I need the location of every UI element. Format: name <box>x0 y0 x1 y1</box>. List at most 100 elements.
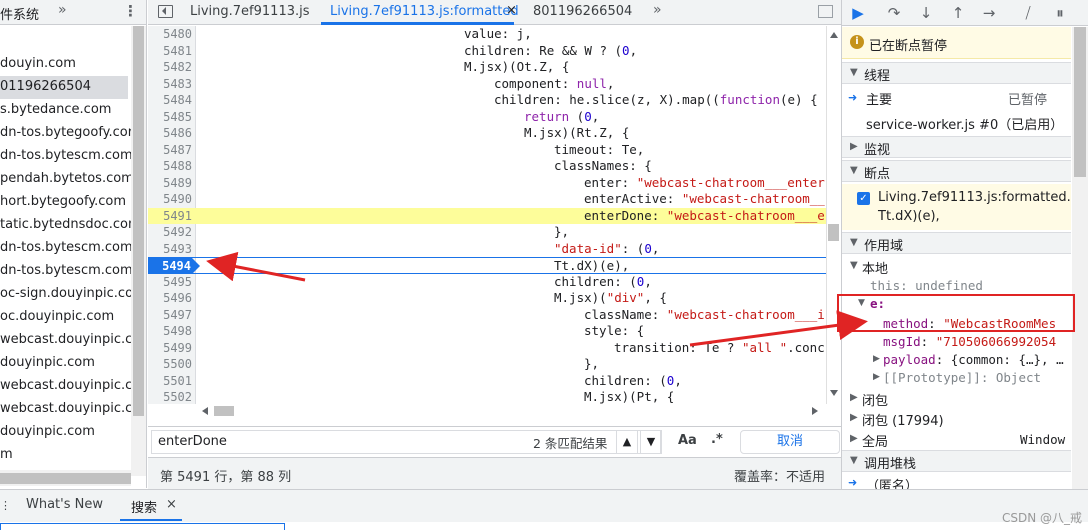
line-number[interactable]: 5492 <box>148 224 192 240</box>
payload-entry[interactable]: payload: {common: {…}, … <box>883 352 1064 367</box>
expand-icon[interactable]: ▶ <box>873 372 880 382</box>
file-tree-item[interactable]: webcast.douyinpic.cor <box>0 398 146 421</box>
deactivate-breakpoints-icon[interactable]: ⧸ <box>1018 3 1038 23</box>
file-tree-item[interactable]: m <box>0 444 13 467</box>
callstack-section[interactable]: ▼ 调用堆栈 <box>842 450 1071 472</box>
step-into-icon[interactable]: ↓ <box>916 3 936 23</box>
file-tree-item[interactable]: douyinpic.com <box>0 352 95 375</box>
local-scope-label[interactable]: 本地 <box>862 258 888 277</box>
scroll-down-icon[interactable] <box>830 390 838 396</box>
breakpoint-marker[interactable]: 5494 <box>148 258 200 274</box>
breakpoint-item[interactable]: ✓ Living.7ef91113.js:formatted... Tt.dX)… <box>842 184 1079 230</box>
file-tree-item[interactable]: tatic.bytednsdoc.com <box>0 214 141 237</box>
watch-section[interactable]: ▶ 监视 <box>842 136 1071 158</box>
breakpoints-section[interactable]: ▼ 断点 <box>842 160 1071 182</box>
expand-icon[interactable]: ▶ <box>850 392 858 403</box>
close-tab-icon[interactable]: × <box>506 3 517 18</box>
expand-icon[interactable]: ▶ <box>873 354 880 364</box>
expand-icon[interactable]: ▶ <box>850 412 858 423</box>
file-tree-item[interactable]: hort.bytegoofy.com <box>0 191 126 214</box>
code-line[interactable]: 5493 "data-id": (0, <box>148 241 828 258</box>
file-tree-item[interactable]: douyin.com <box>0 53 76 76</box>
code-line[interactable]: 5496 M.jsx)("div", { <box>148 290 828 307</box>
next-match-button[interactable]: ▼ <box>640 430 662 454</box>
prototype-entry[interactable]: [[Prototype]]: Object <box>883 370 1041 385</box>
threads-section[interactable]: ▼ 线程 <box>842 62 1071 84</box>
code-line[interactable]: 5500}, <box>148 356 828 373</box>
line-number[interactable]: 5495 <box>148 274 192 290</box>
code-line[interactable]: 5492}, <box>148 224 828 241</box>
file-tree-item[interactable]: dn-tos.bytescm.com <box>0 260 133 283</box>
step-icon[interactable]: → <box>979 3 999 23</box>
file-tree-item[interactable]: oc-sign.douyinpic.com <box>0 283 146 306</box>
editor-hscroll-thumb[interactable] <box>214 406 234 416</box>
code-line[interactable]: 5490 enterActive: "webcast-chatroom__ <box>148 191 828 208</box>
drawer-menu-icon[interactable]: ⋮ <box>0 499 11 512</box>
line-number[interactable]: 5486 <box>148 125 192 141</box>
scroll-left-icon[interactable] <box>202 407 208 415</box>
line-number[interactable]: 5480 <box>148 26 192 42</box>
line-number[interactable]: 5483 <box>148 76 192 92</box>
file-tree-item[interactable]: s.bytedance.com <box>0 99 111 122</box>
file-tree-item[interactable]: pendah.bytetos.com <box>0 168 134 191</box>
code-line[interactable]: 5486 M.jsx)(Rt.Z, { <box>148 125 828 142</box>
line-number[interactable]: 5487 <box>148 142 192 158</box>
line-number[interactable]: 5488 <box>148 158 192 174</box>
line-number[interactable]: 5482 <box>148 59 192 75</box>
file-tree-item[interactable]: dn-tos.bytescm.com <box>0 237 133 260</box>
code-line[interactable]: 5488 classNames: { <box>148 158 828 175</box>
code-line[interactable]: 5497 className: "webcast-chatroom___i <box>148 307 828 324</box>
step-out-icon[interactable]: ↑ <box>948 3 968 23</box>
line-number[interactable]: 5481 <box>148 43 192 59</box>
regex-button[interactable]: .* <box>711 432 723 447</box>
cancel-button[interactable]: 取消 <box>740 430 840 454</box>
line-number[interactable]: 5493 <box>148 241 192 257</box>
code-line[interactable]: 5485 return (0, <box>148 109 828 126</box>
navigator-vscroll-thumb[interactable] <box>133 26 144 416</box>
sidebar-vscroll-thumb[interactable] <box>1074 27 1086 177</box>
scope-section[interactable]: ▼ 作用域 <box>842 232 1071 254</box>
toggle-debugger-icon[interactable] <box>818 5 833 18</box>
line-number[interactable]: 5496 <box>148 290 192 306</box>
kebab-menu-icon[interactable]: ⋮ <box>123 2 138 20</box>
code-line[interactable]: 5483 component: null, <box>148 76 828 93</box>
scroll-right-icon[interactable] <box>812 407 818 415</box>
thread-main[interactable]: ➜ 主要 已暂停 <box>842 86 1071 110</box>
frame-anonymous[interactable]: （匿名） <box>866 475 918 489</box>
code-line[interactable]: 5482 M.jsx)(Ot.Z, { <box>148 59 828 76</box>
match-case-button[interactable]: Aa <box>678 433 697 448</box>
code-line[interactable]: 5499 transition: Te ? "all ".conc <box>148 340 828 357</box>
scroll-up-icon[interactable] <box>830 32 838 38</box>
code-line[interactable]: 5480 value: j, <box>148 26 828 43</box>
line-number[interactable]: 5500 <box>148 356 192 372</box>
close-search-tab-icon[interactable]: × <box>166 497 177 512</box>
line-number[interactable]: 5485 <box>148 109 192 125</box>
breakpoint-checkbox[interactable]: ✓ <box>857 192 870 205</box>
step-over-icon[interactable]: ↷ <box>884 3 904 23</box>
more-tabs-icon[interactable]: » <box>58 2 67 18</box>
closure-scope[interactable]: 闭包 <box>862 390 888 409</box>
file-tree-item[interactable]: oc.douyinpic.com <box>0 306 114 329</box>
code-line[interactable]: 5495 children: (0, <box>148 274 828 291</box>
file-tree-item[interactable]: douyinpic.com <box>0 421 95 444</box>
code-line[interactable]: 5491 enterDone: "webcast-chatroom___e <box>148 207 828 224</box>
editor-vscroll[interactable] <box>826 26 840 404</box>
file-tree-item[interactable]: 01196266504 <box>0 76 128 99</box>
code-line[interactable]: 5481 children: Re && W ? (0, <box>148 43 828 60</box>
msgid-entry[interactable]: msgId: "710506066992054 <box>883 334 1056 349</box>
code-line[interactable]: 5489 enter: "webcast-chatroom___enter <box>148 175 828 192</box>
code-line[interactable]: 5484 children: he.slice(z, X).map((functi… <box>148 92 828 109</box>
line-number[interactable]: 5502 <box>148 389 192 404</box>
line-number[interactable]: 5497 <box>148 307 192 323</box>
expand-icon[interactable]: ▼ <box>850 260 858 271</box>
code-line[interactable]: 5498 style: { <box>148 323 828 340</box>
navigator-hscroll-thumb[interactable] <box>0 473 131 484</box>
code-line[interactable]: 5494 Tt.dX)(e), <box>148 257 828 274</box>
code-line[interactable]: 5501 children: (0, <box>148 373 828 390</box>
prev-match-button[interactable]: ▲ <box>616 430 638 454</box>
line-number[interactable]: 5498 <box>148 323 192 339</box>
tab-search[interactable]: 搜索 <box>131 497 157 516</box>
expand-icon[interactable]: ▶ <box>850 433 858 444</box>
line-number[interactable]: 5491 <box>148 208 192 224</box>
tab-whats-new[interactable]: What's New <box>26 497 103 512</box>
